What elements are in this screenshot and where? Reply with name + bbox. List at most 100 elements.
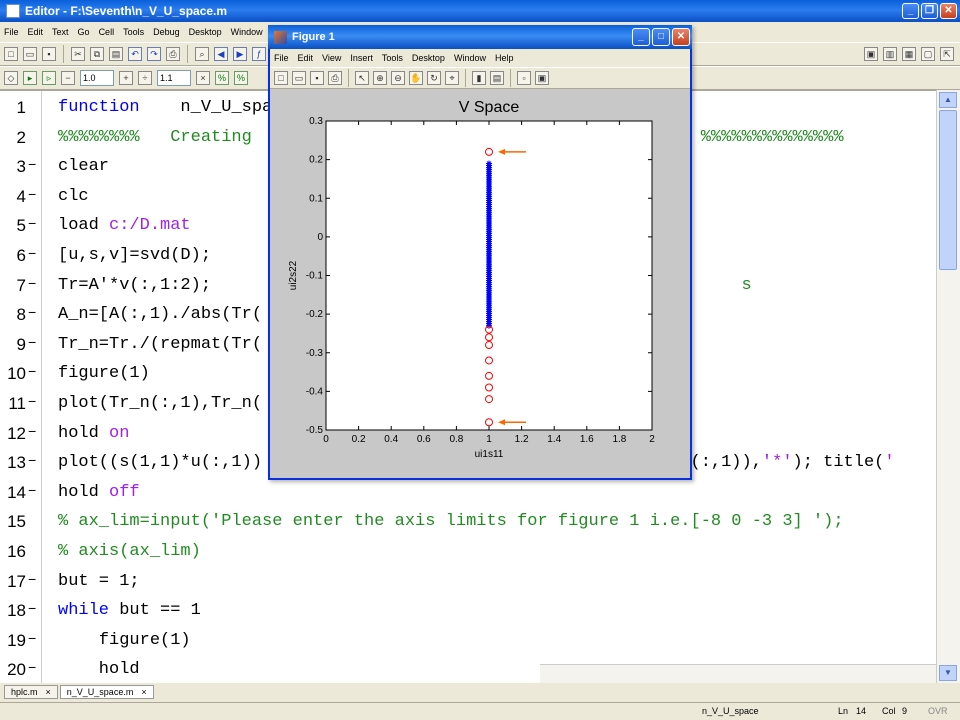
breakpoint-dash[interactable]: −	[28, 211, 36, 241]
code-text[interactable]: % axis(ax_lim)	[58, 537, 201, 567]
code-text[interactable]: Tr_n=Tr./(repmat(Tr(	[58, 330, 262, 360]
comment-icon[interactable]: %	[215, 71, 229, 85]
scroll-up-arrow[interactable]: ▲	[939, 92, 957, 108]
divide-icon[interactable]: ÷	[138, 71, 152, 85]
open-folder-icon[interactable]: ▭	[23, 47, 37, 61]
insert-legend-icon[interactable]: ▤	[490, 71, 504, 85]
cut-icon[interactable]: ✂	[71, 47, 85, 61]
code-line[interactable]: 19− figure(1)	[0, 626, 936, 656]
figure-menu-desktop[interactable]: Desktop	[412, 53, 445, 63]
find-icon[interactable]: ⌕	[195, 47, 209, 61]
pan-icon[interactable]: ✋	[409, 71, 423, 85]
code-line[interactable]: 18− while but == 1	[0, 596, 936, 626]
code-text[interactable]: figure(1)	[58, 359, 150, 389]
figure-menu-tools[interactable]: Tools	[382, 53, 403, 63]
redo-icon[interactable]: ↷	[147, 47, 161, 61]
paste-icon[interactable]: ▤	[109, 47, 123, 61]
figure-menu-file[interactable]: File	[274, 53, 289, 63]
file-tab[interactable]: hplc.m ×	[4, 685, 58, 699]
print-figure-icon[interactable]: ⎙	[328, 71, 342, 85]
layout-tile-icon[interactable]: ▥	[883, 47, 897, 61]
breakpoint-dash[interactable]: −	[28, 330, 36, 360]
breakpoint-dash[interactable]: −	[28, 478, 36, 508]
function-icon[interactable]: ƒ	[252, 47, 266, 61]
save-figure-icon[interactable]: ▪	[310, 71, 324, 85]
menu-tools[interactable]: Tools	[123, 27, 144, 37]
code-text[interactable]: hold on	[58, 419, 129, 449]
breakpoint-dash[interactable]: −	[28, 448, 36, 478]
menu-go[interactable]: Go	[78, 27, 90, 37]
open-file-icon[interactable]: ▭	[292, 71, 306, 85]
layout-float-icon[interactable]: ▢	[921, 47, 935, 61]
figure-menu-edit[interactable]: Edit	[298, 53, 314, 63]
menu-window[interactable]: Window	[231, 27, 263, 37]
minimize-button[interactable]: _	[902, 3, 919, 19]
times-icon[interactable]: ×	[196, 71, 210, 85]
cell-mode-icon[interactable]: ◇	[4, 71, 18, 85]
breakpoint-dash[interactable]: −	[28, 152, 36, 182]
zoom-out-icon[interactable]: ⊖	[391, 71, 405, 85]
figure-menu-window[interactable]: Window	[454, 53, 486, 63]
breakpoint-dash[interactable]: −	[28, 182, 36, 212]
breakpoint-dash[interactable]: −	[28, 567, 36, 597]
figure-titlebar[interactable]: Figure 1 _ □ ✕	[268, 25, 692, 49]
breakpoint-dash[interactable]: −	[28, 626, 36, 656]
figure-menu-insert[interactable]: Insert	[350, 53, 373, 63]
v-space-plot[interactable]: V Space 0 0.2 0.4 0.6 0.8 1 1.2 1.4 1.6 1.8 2 0.3 0.2…	[270, 89, 690, 478]
breakpoint-dash[interactable]: −	[28, 389, 36, 419]
code-line[interactable]: 17− but = 1;	[0, 567, 936, 597]
menu-desktop[interactable]: Desktop	[189, 27, 222, 37]
back-arrow-icon[interactable]: ◀	[214, 47, 228, 61]
code-line[interactable]: 14− hold off	[0, 478, 936, 508]
code-text[interactable]: but = 1;	[58, 567, 140, 597]
figure-maximize-button[interactable]: □	[652, 28, 670, 46]
menu-text[interactable]: Text	[52, 27, 69, 37]
layout-split-icon[interactable]: ▦	[902, 47, 916, 61]
breakpoint-dash[interactable]: −	[28, 359, 36, 389]
breakpoint-dash[interactable]: −	[28, 419, 36, 449]
figure-canvas[interactable]: V Space 0 0.2 0.4 0.6 0.8 1 1.2 1.4 1.6 1.8 2 0.3 0.2…	[270, 89, 690, 478]
code-text[interactable]: hold off	[58, 478, 140, 508]
code-text[interactable]: clc	[58, 182, 89, 212]
menu-cell[interactable]: Cell	[99, 27, 115, 37]
close-button[interactable]: ✕	[940, 3, 957, 19]
cell-multiply-field[interactable]: 1.1	[157, 70, 191, 86]
figure-menu-view[interactable]: View	[322, 53, 341, 63]
undo-icon[interactable]: ↶	[128, 47, 142, 61]
insert-colorbar-icon[interactable]: ▮	[472, 71, 486, 85]
breakpoint-dash[interactable]: −	[28, 596, 36, 626]
horizontal-scrollbar[interactable]	[540, 664, 936, 683]
menu-debug[interactable]: Debug	[153, 27, 180, 37]
rotate-icon[interactable]: ↻	[427, 71, 441, 85]
cell-decrement-field[interactable]: 1.0	[80, 70, 114, 86]
vertical-scrollbar[interactable]: ▲ ▼	[936, 90, 960, 683]
print-icon[interactable]: ⎙	[166, 47, 180, 61]
breakpoint-dash[interactable]: −	[28, 241, 36, 271]
new-figure-icon[interactable]: □	[274, 71, 288, 85]
code-text[interactable]: function n_V_U_spa	[58, 93, 272, 123]
code-line[interactable]: 15 % ax_lim=input('Please enter the axis …	[0, 507, 936, 537]
breakpoint-dash[interactable]: −	[28, 655, 36, 683]
code-text[interactable]: while but == 1	[58, 596, 201, 626]
code-text[interactable]: plot(Tr_n(:,1),Tr_n(	[58, 389, 262, 419]
save-icon[interactable]: ▪	[42, 47, 56, 61]
dock-icon[interactable]: ⇱	[940, 47, 954, 61]
uncomment-icon[interactable]: %	[234, 71, 248, 85]
figure-minimize-button[interactable]: _	[632, 28, 650, 46]
file-tab[interactable]: n_V_U_space.m ×	[59, 685, 154, 699]
eval-advance-icon[interactable]: ▹	[42, 71, 56, 85]
zoom-in-icon[interactable]: ⊕	[373, 71, 387, 85]
new-file-icon[interactable]: □	[4, 47, 18, 61]
code-text[interactable]: A_n=[A(:,1)./abs(Tr(	[58, 300, 262, 330]
figure-close-button[interactable]: ✕	[672, 28, 690, 46]
breakpoint-dash[interactable]: −	[28, 300, 36, 330]
code-text[interactable]: hold	[58, 655, 140, 683]
code-text[interactable]: [u,s,v]=svd(D);	[58, 241, 211, 271]
code-text[interactable]: % ax_lim=input('Please enter the axis li…	[58, 507, 844, 537]
hide-tools-icon[interactable]: ▫	[517, 71, 531, 85]
breakpoint-dash[interactable]: −	[28, 271, 36, 301]
plus-icon[interactable]: +	[119, 71, 133, 85]
figure-menu-help[interactable]: Help	[495, 53, 514, 63]
editor-titlebar[interactable]: Editor - F:\Seventh\n_V_U_space.m _ ❐ ✕	[0, 0, 960, 22]
code-line[interactable]: 16 % axis(ax_lim)	[0, 537, 936, 567]
